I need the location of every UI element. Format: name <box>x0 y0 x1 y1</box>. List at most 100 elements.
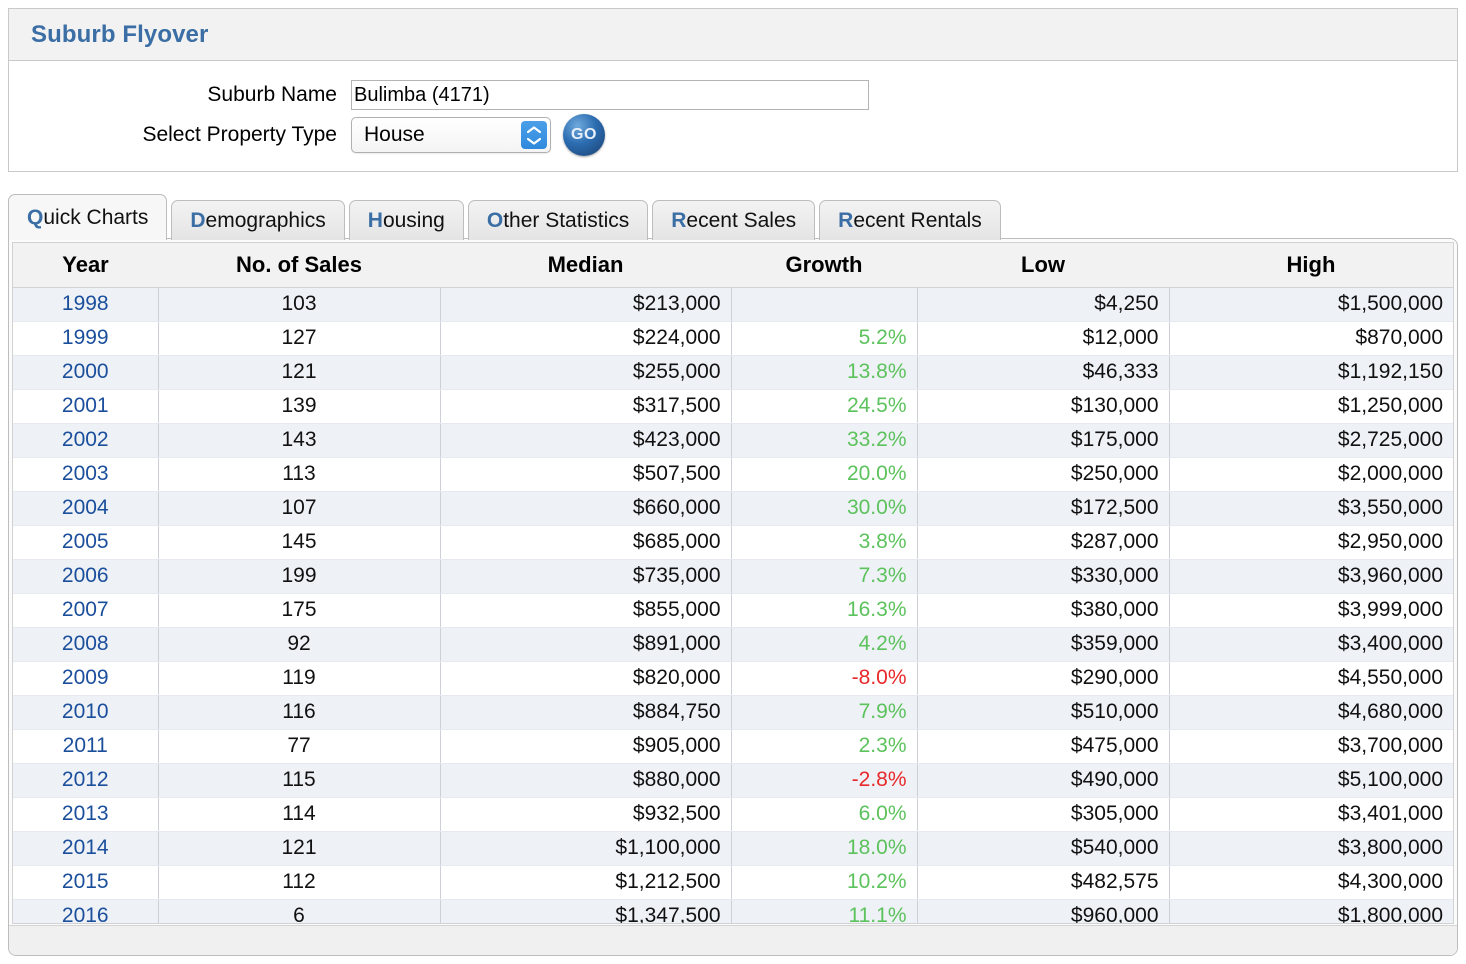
tab-label: emographics <box>205 208 326 232</box>
cell-year-value[interactable]: 2000 <box>62 360 109 383</box>
table-row[interactable]: 2007 175 $855,000 16.3% $380,000 $3,999,000 <box>13 593 1453 628</box>
cell-year-value[interactable]: 2016 <box>62 904 109 923</box>
chevron-updown-icon[interactable] <box>521 121 547 149</box>
cell-year[interactable]: 2010 <box>13 695 159 730</box>
cell-year-value[interactable]: 2009 <box>62 666 109 689</box>
cell-year-value[interactable]: 2011 <box>63 734 108 757</box>
cell-median: $1,100,000 <box>440 831 732 866</box>
table-row[interactable]: 2012 115 $880,000 -2.8% $490,000 $5,100,000 <box>13 763 1453 798</box>
table-row[interactable]: 1998 103 $213,000 $4,250 $1,500,000 <box>13 287 1453 322</box>
cell-growth-value: -8.0% <box>851 666 907 689</box>
table-row[interactable]: 2015 112 $1,212,500 10.2% $482,575 $4,300,000 <box>13 865 1453 900</box>
tab-demographics[interactable]: Demographics <box>171 200 345 240</box>
cell-year-value[interactable]: 2004 <box>62 496 109 519</box>
cell-year-value[interactable]: 2005 <box>62 530 109 553</box>
cell-year-value[interactable]: 2002 <box>62 428 109 451</box>
cell-year[interactable]: 2003 <box>13 457 159 492</box>
cell-sales: 77 <box>158 729 441 764</box>
table-row[interactable]: 2009 119 $820,000 -8.0% $290,000 $4,550,000 <box>13 661 1453 696</box>
go-button[interactable]: GO <box>563 114 605 156</box>
cell-year[interactable]: 2012 <box>13 763 159 798</box>
table-row[interactable]: 2011 77 $905,000 2.3% $475,000 $3,700,000 <box>13 729 1453 764</box>
cell-year-value[interactable]: 2007 <box>62 598 109 621</box>
cell-year-value[interactable]: 1998 <box>62 292 109 315</box>
cell-sales: 145 <box>158 525 441 560</box>
cell-year[interactable]: 2006 <box>13 559 159 594</box>
cell-year-value[interactable]: 2012 <box>62 768 109 791</box>
tab-recent-sales[interactable]: Recent Sales <box>652 200 816 240</box>
cell-year[interactable]: 1999 <box>13 321 159 356</box>
cell-year[interactable]: 2000 <box>13 355 159 390</box>
cell-sales: 112 <box>158 865 441 900</box>
cell-year-value[interactable]: 2003 <box>62 462 109 485</box>
cell-sales: 107 <box>158 491 441 526</box>
cell-growth-value: 11.1% <box>848 904 907 924</box>
cell-sales: 119 <box>158 661 441 696</box>
cell-year[interactable]: 2011 <box>13 729 159 764</box>
cell-year-value[interactable]: 2006 <box>62 564 109 587</box>
cell-high: $3,400,000 <box>1169 627 1453 662</box>
sales-table-scroll[interactable]: Year No. of Sales Median Growth Low High… <box>12 242 1454 924</box>
cell-year[interactable]: 2009 <box>13 661 159 696</box>
cell-high: $1,500,000 <box>1169 287 1453 322</box>
table-row[interactable]: 2001 139 $317,500 24.5% $130,000 $1,250,000 <box>13 389 1453 424</box>
cell-growth-value: 7.3% <box>858 564 907 587</box>
cell-high: $1,192,150 <box>1169 355 1453 390</box>
table-row[interactable]: 2014 121 $1,100,000 18.0% $540,000 $3,800,000 <box>13 831 1453 866</box>
table-row[interactable]: 2002 143 $423,000 33.2% $175,000 $2,725,000 <box>13 423 1453 458</box>
table-row[interactable]: 2010 116 $884,750 7.9% $510,000 $4,680,000 <box>13 695 1453 730</box>
cell-growth: 7.3% <box>731 559 918 594</box>
table-row[interactable]: 2004 107 $660,000 30.0% $172,500 $3,550,000 <box>13 491 1453 526</box>
table-row[interactable]: 2003 113 $507,500 20.0% $250,000 $2,000,000 <box>13 457 1453 492</box>
tab-recent-rentals[interactable]: Recent Rentals <box>819 200 1001 240</box>
cell-low: $380,000 <box>917 593 1170 628</box>
column-header-median[interactable]: Median <box>440 243 731 288</box>
column-header-low[interactable]: Low <box>917 243 1169 288</box>
column-header-growth[interactable]: Growth <box>731 243 917 288</box>
cell-year[interactable]: 2016 <box>13 899 159 923</box>
cell-year-value[interactable]: 2010 <box>62 700 109 723</box>
cell-median: $1,347,500 <box>440 899 732 923</box>
cell-year-value[interactable]: 2013 <box>62 802 109 825</box>
column-header-year[interactable]: Year <box>13 243 158 288</box>
cell-year[interactable]: 2004 <box>13 491 159 526</box>
cell-year-value[interactable]: 2001 <box>62 394 109 417</box>
property-type-select[interactable]: House <box>351 117 551 153</box>
table-row[interactable]: 2008 92 $891,000 4.2% $359,000 $3,400,000 <box>13 627 1453 662</box>
tab-housing[interactable]: Housing <box>348 200 464 240</box>
cell-year[interactable]: 2015 <box>13 865 159 900</box>
cell-year[interactable]: 2007 <box>13 593 159 628</box>
suburb-name-label: Suburb Name <box>207 83 337 106</box>
cell-year-value[interactable]: 2014 <box>62 836 109 859</box>
table-row[interactable]: 2013 114 $932,500 6.0% $305,000 $3,401,000 <box>13 797 1453 832</box>
cell-growth: -2.8% <box>731 763 918 798</box>
table-row[interactable]: 2005 145 $685,000 3.8% $287,000 $2,950,000 <box>13 525 1453 560</box>
cell-year[interactable]: 2008 <box>13 627 159 662</box>
table-row[interactable]: 2016 6 $1,347,500 11.1% $960,000 $1,800,000 <box>13 899 1453 924</box>
table-row[interactable]: 1999 127 $224,000 5.2% $12,000 $870,000 <box>13 321 1453 356</box>
cell-year-value[interactable]: 2015 <box>62 870 109 893</box>
suburb-name-input[interactable] <box>351 80 869 110</box>
tab-other-statistics[interactable]: Other Statistics <box>467 200 649 240</box>
table-row[interactable]: 2000 121 $255,000 13.8% $46,333 $1,192,150 <box>13 355 1453 390</box>
cell-year-value[interactable]: 1999 <box>62 326 109 349</box>
cell-year[interactable]: 1998 <box>13 287 159 322</box>
cell-high: $3,800,000 <box>1169 831 1453 866</box>
cell-growth-value: 16.3% <box>846 598 907 621</box>
tab-quick-charts[interactable]: Quick Charts <box>8 194 168 240</box>
cell-low: $305,000 <box>917 797 1170 832</box>
table-row[interactable]: 2006 199 $735,000 7.3% $330,000 $3,960,000 <box>13 559 1453 594</box>
column-header-sales[interactable]: No. of Sales <box>158 243 440 288</box>
cell-growth: 5.2% <box>731 321 918 356</box>
cell-year-value[interactable]: 2008 <box>62 632 109 655</box>
cell-year[interactable]: 2001 <box>13 389 159 424</box>
cell-high: $3,700,000 <box>1169 729 1453 764</box>
column-header-high[interactable]: High <box>1169 243 1453 288</box>
cell-year[interactable]: 2013 <box>13 797 159 832</box>
cell-low: $290,000 <box>917 661 1170 696</box>
cell-year[interactable]: 2002 <box>13 423 159 458</box>
cell-median: $735,000 <box>440 559 732 594</box>
cell-year[interactable]: 2005 <box>13 525 159 560</box>
cell-year[interactable]: 2014 <box>13 831 159 866</box>
cell-low: $130,000 <box>917 389 1170 424</box>
